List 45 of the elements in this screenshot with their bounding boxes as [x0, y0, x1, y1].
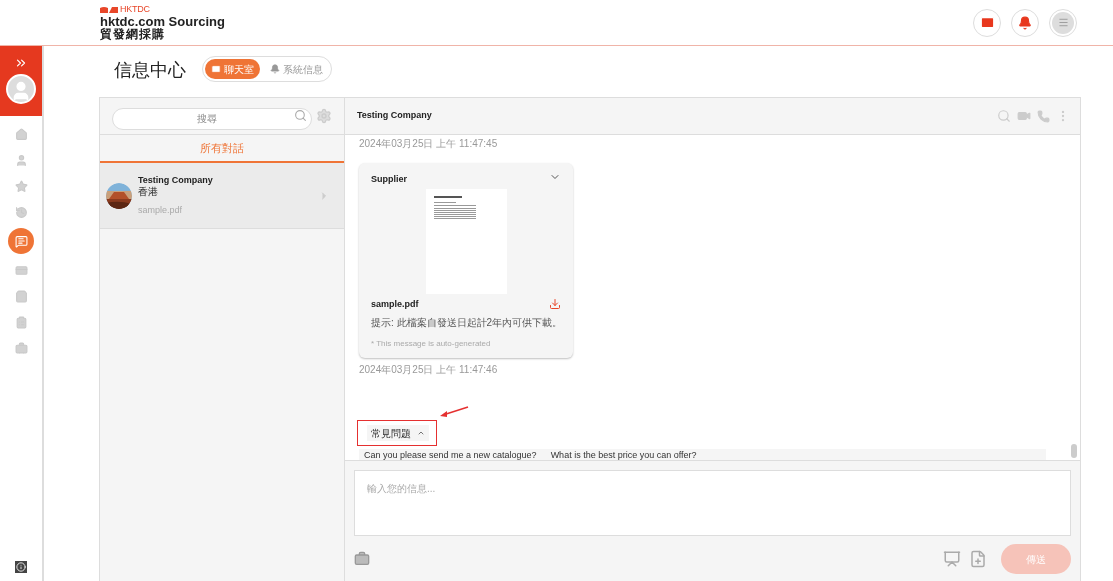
- sidebar-item[interactable]: [8, 228, 34, 254]
- bell-icon: [270, 64, 280, 74]
- search-icon[interactable]: [997, 109, 1011, 123]
- brand-mark: HKTDC: [120, 5, 150, 14]
- message-input[interactable]: 輸入您的信息...: [354, 470, 1071, 536]
- message-timestamp: 2024年03月25日 上午 11:47:46: [359, 363, 499, 377]
- search-icon[interactable]: [294, 109, 307, 122]
- annotation-arrow: [439, 406, 469, 418]
- phone-icon[interactable]: [1037, 109, 1050, 123]
- file-name: sample.pdf: [371, 297, 419, 311]
- bell-icon: [1018, 15, 1032, 30]
- sender-name: Supplier: [371, 173, 407, 186]
- menu-icon: [1057, 17, 1069, 28]
- faq-toggle[interactable]: 常見問題: [367, 425, 429, 441]
- contact-name: Testing Company: [138, 174, 214, 186]
- page-title: 信息中心: [114, 57, 186, 82]
- download-icon[interactable]: [549, 298, 561, 311]
- user-icon: [14, 153, 28, 167]
- home-icon: [14, 127, 28, 141]
- info-button[interactable]: [15, 561, 27, 573]
- file-note: 提示: 此檔案自發送日起計2年內可供下載。: [371, 316, 561, 330]
- file-add-icon[interactable]: [969, 550, 987, 568]
- brand-name: hktdc.com Sourcing: [100, 15, 225, 28]
- briefcase-icon[interactable]: [354, 551, 370, 567]
- logo-icon: [100, 6, 118, 13]
- chat-icon: [14, 234, 28, 248]
- expand-icon[interactable]: [14, 56, 28, 70]
- history-icon: [14, 205, 28, 219]
- search-field[interactable]: 搜尋: [112, 107, 312, 130]
- conversation-item[interactable]: Testing Company 香港 sample.pdf: [100, 163, 344, 229]
- video-icon[interactable]: [1017, 109, 1031, 123]
- briefcase-icon: [14, 341, 28, 355]
- faq-question[interactable]: What is the best price you can offer?: [550, 449, 697, 460]
- last-message: sample.pdf: [138, 205, 184, 217]
- star-icon: [14, 179, 28, 193]
- settings-icon[interactable]: [316, 108, 332, 124]
- brand-subtitle: 貿發網採購: [100, 28, 166, 40]
- chat-title: Testing Company: [357, 109, 432, 123]
- presentation-icon[interactable]: [943, 550, 961, 568]
- faq-question[interactable]: Can you please send me a new catalogue?: [364, 449, 537, 460]
- scrollbar-thumb[interactable]: [1071, 444, 1077, 458]
- contact-location: 香港: [138, 185, 159, 199]
- message-timestamp: 2024年03月25日 上午 11:47:45: [359, 137, 499, 151]
- chevron-up-icon: [417, 429, 425, 437]
- profile-avatar[interactable]: [6, 74, 36, 104]
